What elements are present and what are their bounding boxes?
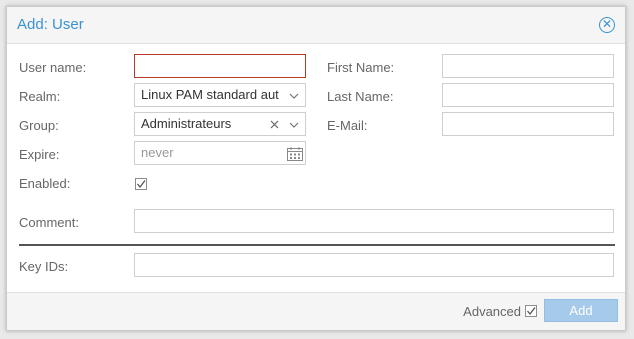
advanced-label: Advanced — [463, 304, 521, 319]
expire-label: Expire: — [19, 147, 60, 162]
user-name-input[interactable] — [134, 54, 306, 78]
realm-value: Linux PAM standard aut — [141, 87, 279, 102]
enabled-label: Enabled: — [19, 176, 71, 191]
last-name-label: Last Name: — [327, 89, 394, 104]
dialog-footer: Advanced Add — [7, 292, 625, 330]
realm-select[interactable]: Linux PAM standard aut — [134, 83, 306, 107]
calendar-icon[interactable] — [286, 142, 304, 164]
last-name-input[interactable] — [442, 83, 614, 107]
chevron-down-icon[interactable] — [285, 113, 303, 135]
add-user-dialog: Add: User ✕ User name: Realm: Linux PAM … — [6, 6, 626, 331]
add-button[interactable]: Add — [544, 299, 618, 322]
advanced-checkbox[interactable] — [525, 305, 537, 317]
expire-placeholder: never — [141, 145, 174, 160]
user-name-label: User name: — [19, 60, 87, 75]
key-ids-input[interactable] — [134, 253, 614, 277]
comment-input[interactable] — [134, 209, 614, 233]
email-label: E-Mail: — [327, 118, 368, 133]
separator — [19, 244, 615, 246]
group-select[interactable]: Administrateurs — [134, 112, 306, 136]
clear-icon[interactable] — [265, 113, 283, 135]
key-ids-label: Key IDs: — [19, 259, 69, 274]
email-input[interactable] — [442, 112, 614, 136]
dialog-header: Add: User ✕ — [7, 7, 625, 44]
first-name-input[interactable] — [442, 54, 614, 78]
realm-label: Realm: — [19, 89, 61, 104]
expire-date-field[interactable]: never — [134, 141, 306, 165]
enabled-checkbox[interactable] — [135, 178, 147, 190]
first-name-label: First Name: — [327, 60, 395, 75]
chevron-down-icon[interactable] — [285, 84, 303, 106]
group-label: Group: — [19, 118, 59, 133]
group-value: Administrateurs — [141, 116, 232, 131]
close-icon[interactable]: ✕ — [599, 17, 615, 33]
dialog-title: Add: User — [17, 16, 84, 33]
comment-label: Comment: — [19, 215, 79, 230]
